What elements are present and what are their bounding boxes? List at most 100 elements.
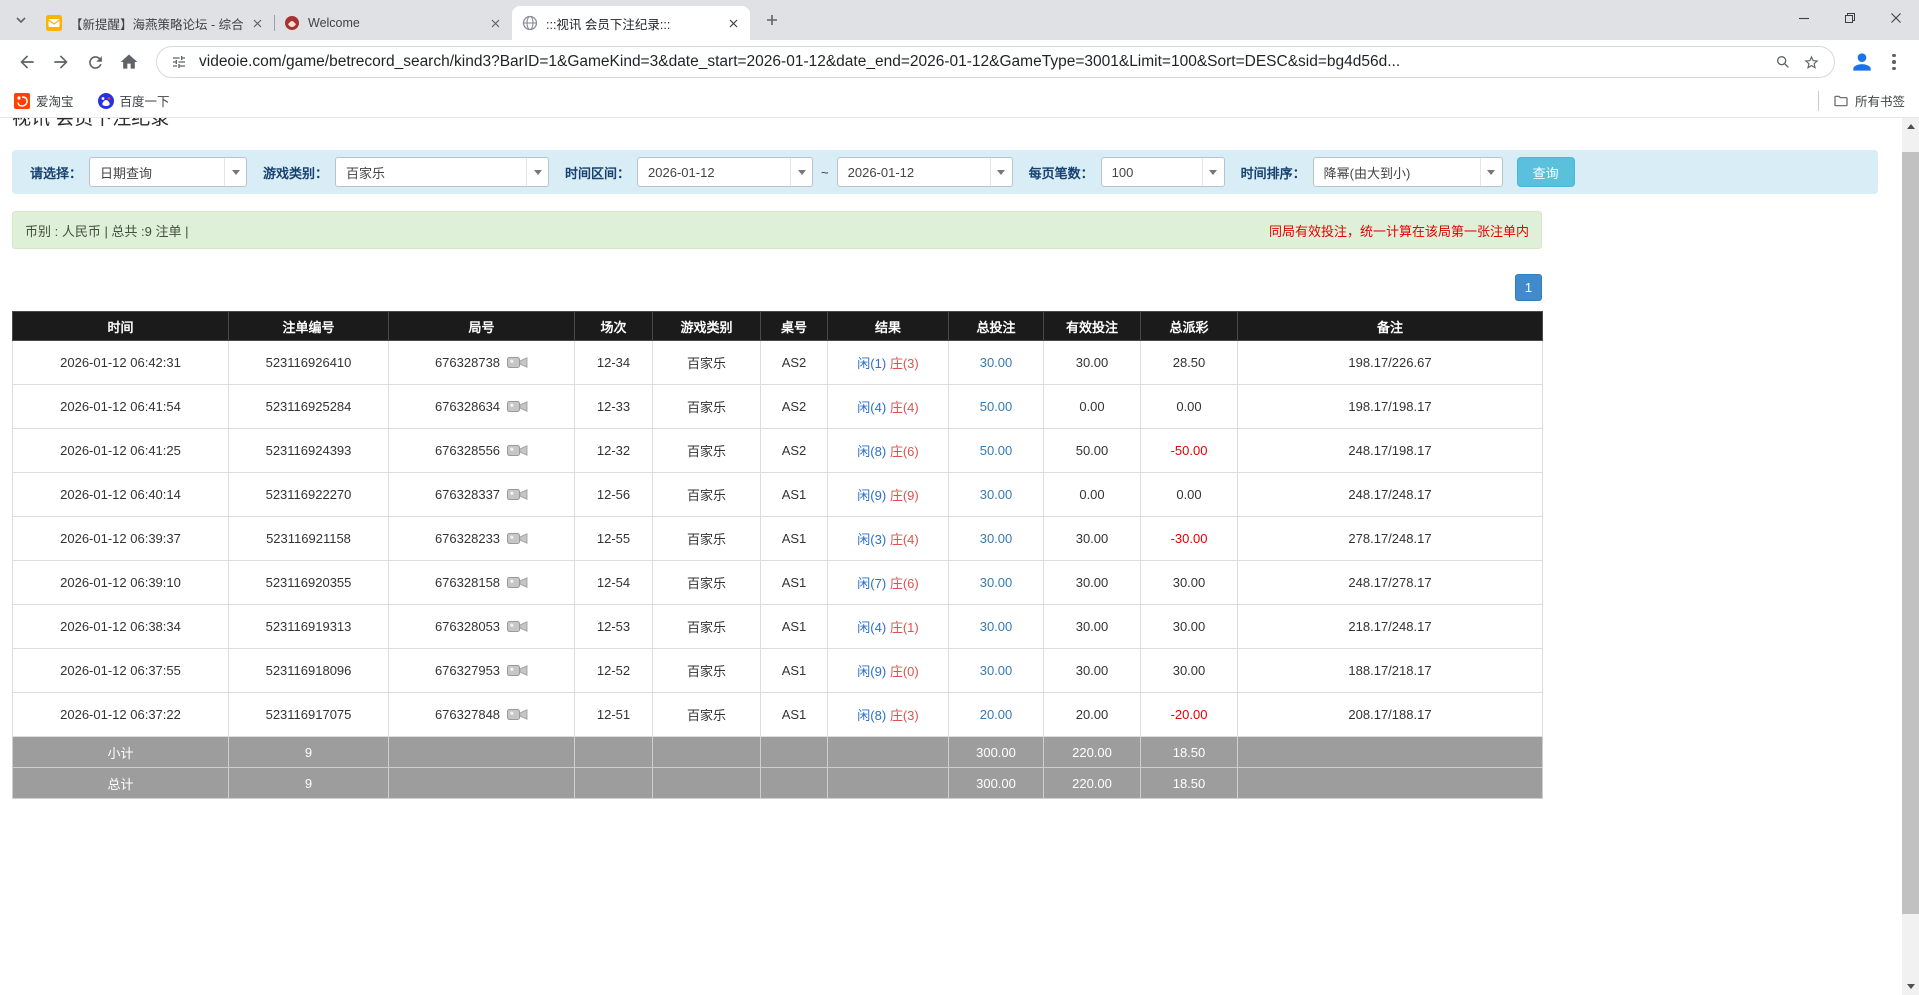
summary-label: 总计 <box>13 768 229 799</box>
table-row: 2026-01-12 06:41:25 523116924393 6763285… <box>13 429 1543 473</box>
video-replay-icon[interactable] <box>507 399 528 414</box>
search-button[interactable]: 查询 <box>1517 157 1575 187</box>
all-bookmarks-label: 所有书签 <box>1855 91 1905 110</box>
total-bet-link[interactable]: 30.00 <box>980 663 1013 678</box>
payout-value: 30.00 <box>1173 619 1206 634</box>
total-bet-link[interactable]: 50.00 <box>980 399 1013 414</box>
tab-close-icon[interactable] <box>487 15 504 32</box>
scroll-down-button[interactable] <box>1902 978 1919 995</box>
bet-record-page: 视讯 会员下注纪录 请选择： 日期查询 游戏类别： 百家乐 时间区间： 2026… <box>0 118 1902 995</box>
home-button[interactable] <box>112 45 146 79</box>
chevron-down-icon[interactable] <box>224 158 246 186</box>
close-button[interactable] <box>1873 0 1919 36</box>
result-banker: 庄(3) <box>890 356 919 371</box>
chevron-down-icon[interactable] <box>526 158 548 186</box>
video-replay-icon[interactable] <box>507 707 528 722</box>
tab-close-icon[interactable] <box>249 15 266 32</box>
video-replay-icon[interactable] <box>507 487 528 502</box>
bookmarks-bar: 爱淘宝 百度一下 所有书签 <box>0 84 1919 118</box>
total-bet-link[interactable]: 30.00 <box>980 575 1013 590</box>
summary-bar: 币别 : 人民币 | 总共 :9 注单 | 同局有效投注，统一计算在该局第一张注… <box>12 211 1542 249</box>
cell-total-bet: 20.00 <box>949 693 1044 737</box>
total-bet-link[interactable]: 30.00 <box>980 619 1013 634</box>
cell-result: 闲(3) 庄(4) <box>828 517 949 561</box>
game-type-value: 百家乐 <box>336 163 526 182</box>
sort-order-select[interactable]: 降幂(由大到小) <box>1313 157 1503 187</box>
cell-time: 2026-01-12 06:41:25 <box>13 429 229 473</box>
tab-bet-records-active[interactable]: :::视讯 会员下注纪录::: <box>512 6 750 40</box>
date-start-select[interactable]: 2026-01-12 <box>637 157 813 187</box>
video-replay-icon[interactable] <box>507 355 528 370</box>
profile-avatar[interactable] <box>1845 45 1879 79</box>
site-settings-icon[interactable] <box>171 54 187 70</box>
cell-session: 12-54 <box>575 561 653 605</box>
chevron-down-icon[interactable] <box>790 158 812 186</box>
game-type-select[interactable]: 百家乐 <box>335 157 549 187</box>
column-header: 总派彩 <box>1141 312 1238 341</box>
chevron-down-icon[interactable] <box>1202 158 1224 186</box>
cell-game-type: 百家乐 <box>653 385 761 429</box>
url-text[interactable]: videoie.com/game/betrecord_search/kind3?… <box>199 53 1763 71</box>
cell-result: 闲(4) 庄(4) <box>828 385 949 429</box>
all-bookmarks[interactable]: 所有书签 <box>1818 91 1905 111</box>
tab-close-icon[interactable] <box>725 15 742 32</box>
forward-button[interactable] <box>44 45 78 79</box>
maximize-button[interactable] <box>1827 0 1873 36</box>
summary-empty-cell <box>653 737 761 768</box>
scrollbar-thumb[interactable] <box>1902 152 1919 914</box>
scroll-up-button[interactable] <box>1902 118 1919 135</box>
chevron-down-icon[interactable] <box>1480 158 1502 186</box>
table-row: 2026-01-12 06:40:14 523116922270 6763283… <box>13 473 1543 517</box>
chevron-down-icon[interactable] <box>990 158 1012 186</box>
video-replay-icon[interactable] <box>507 531 528 546</box>
video-replay-icon[interactable] <box>507 663 528 678</box>
summary-payout: 18.50 <box>1141 737 1238 768</box>
cell-time: 2026-01-12 06:37:22 <box>13 693 229 737</box>
welcome-favicon-icon <box>284 15 300 31</box>
video-replay-icon[interactable] <box>507 443 528 458</box>
bookmark-label: 爱淘宝 <box>36 91 74 110</box>
scroll-down-icon <box>1907 984 1915 989</box>
cell-round: 676327953 <box>389 649 575 693</box>
bookmark-star-icon[interactable] <box>1803 54 1820 71</box>
cell-table-no: AS1 <box>761 517 828 561</box>
video-replay-icon[interactable] <box>507 575 528 590</box>
total-bet-link[interactable]: 30.00 <box>980 355 1013 370</box>
vertical-scrollbar[interactable] <box>1902 118 1919 995</box>
person-icon <box>1849 49 1875 75</box>
table-row: 2026-01-12 06:37:55 523116918096 6763279… <box>13 649 1543 693</box>
refresh-button[interactable] <box>78 45 112 79</box>
zoom-icon[interactable] <box>1775 54 1791 70</box>
browser-menu-button[interactable] <box>1879 45 1909 79</box>
tab-welcome[interactable]: Welcome <box>274 6 512 40</box>
back-button[interactable] <box>10 45 44 79</box>
total-bet-link[interactable]: 20.00 <box>980 707 1013 722</box>
per-page-select[interactable]: 100 <box>1101 157 1225 187</box>
cell-game-type: 百家乐 <box>653 429 761 473</box>
cell-total-bet: 50.00 <box>949 385 1044 429</box>
new-tab-button[interactable] <box>758 6 785 33</box>
total-bet-link[interactable]: 30.00 <box>980 531 1013 546</box>
bookmark-baidu[interactable]: 百度一下 <box>98 91 170 110</box>
query-type-select[interactable]: 日期查询 <box>89 157 247 187</box>
cell-session: 12-33 <box>575 385 653 429</box>
tab-forum[interactable]: 【新提醒】海燕策略论坛 - 综合 <box>36 6 274 40</box>
video-replay-icon[interactable] <box>507 619 528 634</box>
bookmark-label: 百度一下 <box>120 91 170 110</box>
cell-payout: -20.00 <box>1141 693 1238 737</box>
tab-search-button[interactable] <box>8 7 34 33</box>
column-header: 备注 <box>1238 312 1543 341</box>
page-button[interactable]: 1 <box>1515 274 1542 301</box>
bookmark-taobao[interactable]: 爱淘宝 <box>14 91 74 110</box>
currency-summary-text: 币别 : 人民币 | 总共 :9 注单 | <box>25 221 189 240</box>
address-bar[interactable]: videoie.com/game/betrecord_search/kind3?… <box>156 46 1835 78</box>
total-bet-link[interactable]: 50.00 <box>980 443 1013 458</box>
payout-value: -50.00 <box>1171 443 1208 458</box>
payout-value: 0.00 <box>1176 487 1201 502</box>
bet-table-body: 2026-01-12 06:42:31 523116926410 6763287… <box>13 341 1543 799</box>
date-end-select[interactable]: 2026-01-12 <box>837 157 1013 187</box>
total-bet-link[interactable]: 30.00 <box>980 487 1013 502</box>
minimize-button[interactable] <box>1781 0 1827 36</box>
cell-table-no: AS2 <box>761 429 828 473</box>
summary-empty-cell <box>828 737 949 768</box>
